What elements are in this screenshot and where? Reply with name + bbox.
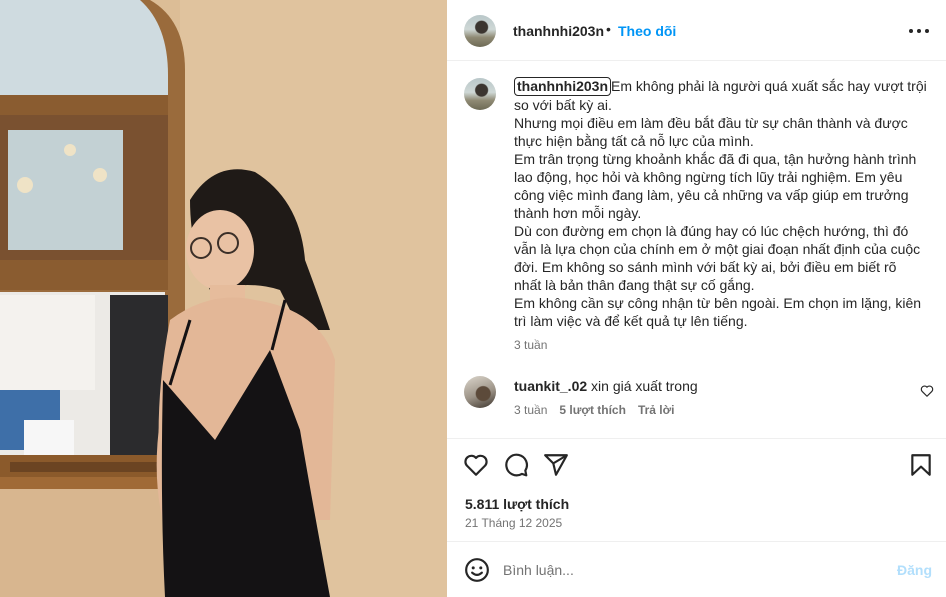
comment-likes[interactable]: 5 lượt thích: [559, 403, 626, 417]
commenter-avatar[interactable]: [464, 376, 496, 408]
caption-text: trì làm việc và để kết quả tự lên tiếng.: [514, 313, 748, 329]
author-avatar[interactable]: [464, 15, 496, 47]
comment-item: tuankit_.02 xin giá xuất trong: [514, 378, 698, 394]
bookmark-icon[interactable]: [908, 452, 934, 478]
caption-text: nhất là bản thân đang thật sự cố gắng.: [514, 277, 755, 293]
caption-text: thành hơn mỗi ngày.: [514, 205, 642, 221]
caption-text: Em trân trọng từng khoảnh khắc đã đi qua…: [514, 151, 917, 167]
reply-button[interactable]: Trả lời: [638, 403, 675, 417]
comment-icon[interactable]: [503, 452, 529, 478]
comment-text: xin giá xuất trong: [591, 378, 698, 394]
emoji-icon[interactable]: [464, 557, 490, 583]
post-header: thanhnhi203n • Theo dõi: [447, 0, 946, 61]
separator-dot: •: [606, 21, 611, 37]
share-icon[interactable]: [543, 452, 569, 478]
caption-text: Nhưng mọi điều em làm đều bắt đầu từ sự …: [514, 115, 908, 131]
post-date: 21 Tháng 12 2025: [465, 516, 563, 530]
photo-illustration: [0, 0, 447, 597]
follow-button[interactable]: Theo dõi: [618, 23, 676, 39]
composer-divider: [447, 541, 946, 542]
caption-text: Dù con đường em chọn là đúng hay có lúc …: [514, 223, 909, 239]
comment-meta: 3 tuần 5 lượt thích Trả lời: [514, 403, 674, 417]
caption-text: so với bất kỳ ai.: [514, 97, 612, 113]
caption-line: thanhnhi203n Em không phải là người quá x…: [514, 77, 927, 96]
likes-count[interactable]: 5.811 lượt thích: [465, 496, 569, 512]
caption-username[interactable]: thanhnhi203n: [514, 77, 612, 96]
caption-text: thực hiện bằng tất cả nỗ lực của mình.: [514, 133, 754, 149]
comment-timestamp[interactable]: 3 tuần: [514, 403, 547, 417]
caption-timestamp[interactable]: 3 tuần: [514, 338, 547, 352]
caption-text: công việc mình đang làm, yêu cả những va…: [514, 187, 909, 203]
caption-author-avatar[interactable]: [464, 78, 496, 110]
heart-icon[interactable]: [463, 452, 489, 478]
section-divider: [447, 438, 946, 439]
post-caption: thanhnhi203n Em không phải là người quá x…: [514, 77, 927, 330]
caption-text: Em không cần sự công nhận từ bên ngoài. …: [514, 295, 922, 311]
more-horizontal-icon[interactable]: [907, 21, 931, 41]
post-comment-button[interactable]: Đăng: [897, 562, 932, 578]
caption-text: đời. Em không so sánh mình với bất kỳ ai…: [514, 259, 897, 275]
post-details-panel: thanhnhi203n • Theo dõi thanhnhi203n Em k…: [447, 0, 946, 597]
commenter-username[interactable]: tuankit_.02: [514, 378, 587, 394]
post-photo[interactable]: [0, 0, 447, 597]
caption-text: Em không phải là người quá xuất sắc hay …: [611, 78, 927, 94]
caption-text: vẫn là lựa chọn của chính em ở một giai …: [514, 241, 921, 257]
comment-input[interactable]: [503, 558, 883, 582]
comment-heart-icon[interactable]: [920, 384, 934, 398]
post-actions: [447, 452, 946, 482]
caption-text: lao động, học hỏi và không ngừng tích lũ…: [514, 169, 903, 185]
author-username[interactable]: thanhnhi203n: [513, 23, 604, 39]
